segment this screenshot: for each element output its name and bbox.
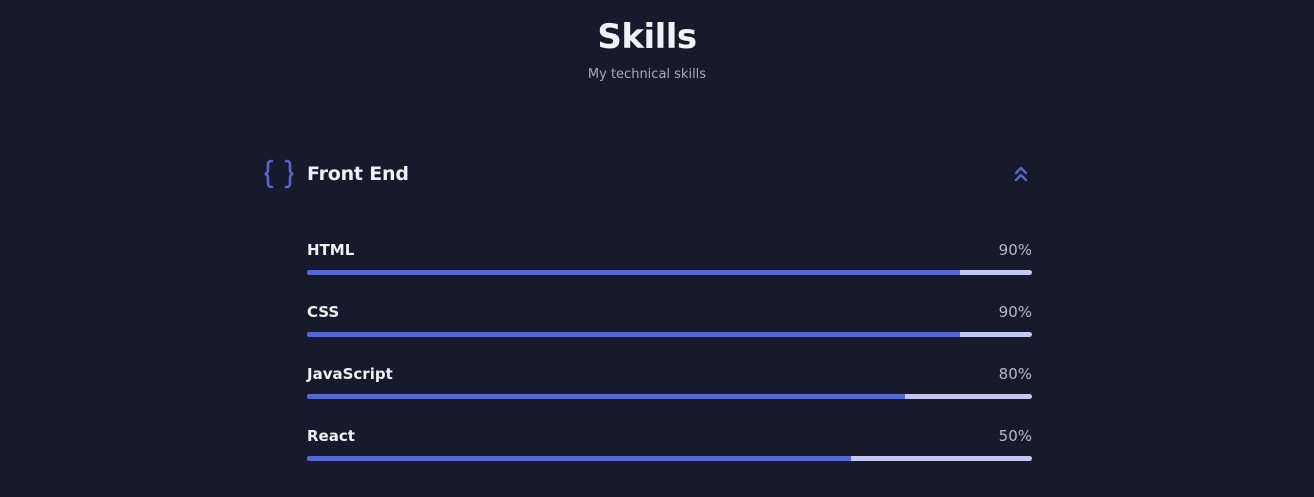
skill-item: JavaScript 80% <box>307 362 1032 424</box>
skill-name: CSS <box>307 303 340 321</box>
skill-item: React 50% <box>307 424 1032 486</box>
skill-percent: 50% <box>998 427 1032 445</box>
skill-progress-bar <box>307 332 1032 337</box>
section-title: Skills <box>597 17 697 57</box>
skill-item: CSS 90% <box>307 300 1032 362</box>
skill-name: HTML <box>307 241 355 259</box>
skill-percent: 80% <box>998 365 1032 383</box>
skill-progress-fill <box>307 456 851 461</box>
skills-category-title: Front End <box>307 163 409 185</box>
skill-progress-bar <box>307 456 1032 461</box>
chevrons-up-icon[interactable] <box>1010 163 1032 185</box>
skill-list: HTML 90% CSS 90% JavaScript 80% React 50… <box>307 238 1032 486</box>
skills-category-header[interactable]: Front End <box>262 155 1032 193</box>
skill-progress-bar <box>307 270 1032 275</box>
skill-progress-fill <box>307 332 960 337</box>
skill-progress-bar <box>307 394 1032 399</box>
skill-percent: 90% <box>998 303 1032 321</box>
skill-name: React <box>307 427 355 445</box>
skill-item: HTML 90% <box>307 238 1032 300</box>
section-subtitle: My technical skills <box>587 67 707 82</box>
braces-icon <box>262 155 298 193</box>
skill-name: JavaScript <box>307 365 393 383</box>
skill-progress-fill <box>307 394 906 399</box>
skill-progress-fill <box>307 270 960 275</box>
skill-percent: 90% <box>998 241 1032 259</box>
